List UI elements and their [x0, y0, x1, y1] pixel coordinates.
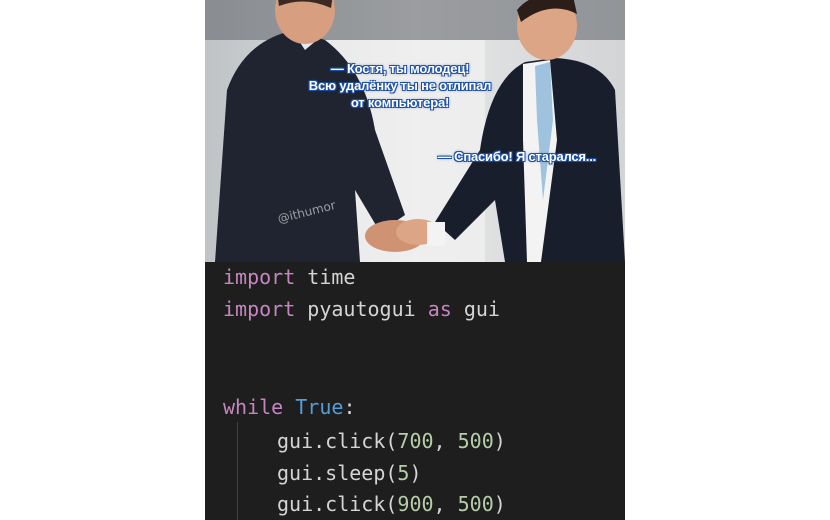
code-editor: import time import pyautogui as gui whil…: [205, 262, 625, 520]
code-text: gui.click(: [277, 429, 398, 453]
number-literal: 700: [397, 429, 434, 453]
code-text: ,: [433, 429, 458, 453]
code-line-3: while True:: [223, 394, 355, 420]
code-text: ): [493, 429, 506, 453]
code-text: gui.click(: [277, 492, 398, 516]
code-text: ): [409, 461, 422, 485]
keyword: import: [223, 265, 296, 289]
code-text: time: [295, 265, 356, 289]
boss-caption: — Костя, ты молодец! Всю удалёнку ты не …: [275, 60, 525, 111]
number-literal: 5: [397, 461, 410, 485]
meme-image: — Костя, ты молодец! Всю удалёнку ты не …: [205, 0, 625, 520]
handshake-illustration: [205, 0, 625, 262]
code-line-1: import time: [223, 264, 355, 290]
handshake-photo: — Костя, ты молодец! Всю удалёнку ты не …: [205, 0, 625, 262]
boolean-literal: True: [295, 395, 344, 419]
code-text: :: [343, 395, 356, 419]
code-line-6: gui.click(900, 500): [277, 491, 506, 517]
code-line-2: import pyautogui as gui: [223, 296, 500, 322]
reply-caption: — Спасибо! Я старался...: [437, 149, 597, 164]
number-literal: 500: [457, 492, 494, 516]
code-text: pyautogui: [295, 297, 428, 321]
indent-guide: [237, 422, 238, 520]
boss-caption-line-3: от компьютера!: [350, 95, 450, 110]
boss-caption-line-2: Всю удалёнку ты не отлипал: [308, 78, 492, 93]
keyword: while: [223, 395, 284, 419]
code-text: ,: [433, 492, 458, 516]
number-literal: 500: [457, 429, 494, 453]
code-text: ): [493, 492, 506, 516]
keyword: as: [427, 297, 452, 321]
code-line-5: gui.sleep(5): [277, 460, 422, 486]
code-text: gui: [451, 297, 500, 321]
number-literal: 900: [397, 492, 434, 516]
code-text: gui.sleep(: [277, 461, 398, 485]
keyword: import: [223, 297, 296, 321]
code-line-4: gui.click(700, 500): [277, 428, 506, 454]
boss-caption-line-1: — Костя, ты молодец!: [330, 61, 470, 76]
